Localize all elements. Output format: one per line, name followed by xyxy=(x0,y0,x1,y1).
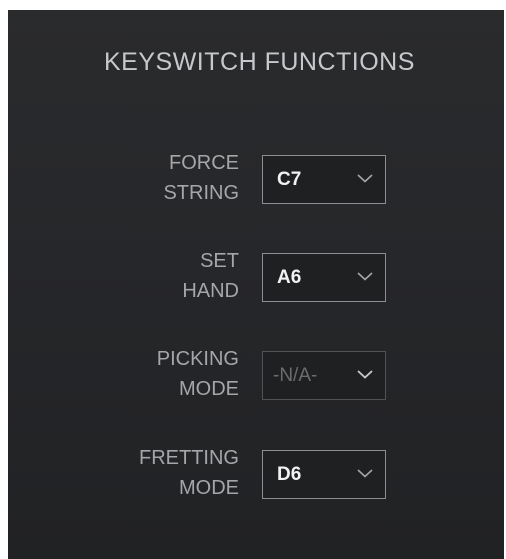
fretting-mode-value: D6 xyxy=(277,464,302,485)
fretting-mode-label-line2: MODE xyxy=(179,477,239,499)
chevron-down-icon xyxy=(357,174,373,183)
force-string-label-line1: FORCE xyxy=(169,152,239,174)
chevron-down-icon xyxy=(357,370,373,379)
fretting-mode-dropdown[interactable]: D6 xyxy=(262,450,386,499)
picking-mode-dropdown: -N/A- xyxy=(262,351,386,400)
force-string-dropdown[interactable]: C7 xyxy=(262,155,386,204)
force-string-row: FORCE STRING C7 xyxy=(8,148,504,208)
chevron-down-icon xyxy=(357,469,373,478)
keyswitch-panel: KEYSWITCH FUNCTIONS FORCE STRING C7 SET … xyxy=(8,10,504,559)
picking-mode-label-line2: MODE xyxy=(179,378,239,400)
set-hand-dropdown[interactable]: A6 xyxy=(262,253,386,302)
fretting-mode-row: FRETTING MODE D6 xyxy=(8,443,504,503)
panel-title: KEYSWITCH FUNCTIONS xyxy=(104,48,415,76)
force-string-label-line2: STRING xyxy=(163,182,239,204)
fretting-mode-label-line1: FRETTING xyxy=(139,447,239,469)
fretting-mode-label: FRETTING MODE xyxy=(79,443,239,503)
picking-mode-label: PICKING MODE xyxy=(79,344,239,404)
set-hand-label: SET HAND xyxy=(79,246,239,306)
picking-mode-value: -N/A- xyxy=(273,365,318,386)
picking-mode-label-line1: PICKING xyxy=(156,348,239,370)
set-hand-label-line1: SET xyxy=(200,250,239,272)
force-string-label: FORCE STRING xyxy=(79,148,239,208)
set-hand-label-line2: HAND xyxy=(182,280,239,302)
chevron-down-icon xyxy=(357,272,373,281)
force-string-value: C7 xyxy=(277,169,302,190)
set-hand-row: SET HAND A6 xyxy=(8,246,504,306)
set-hand-value: A6 xyxy=(277,267,302,288)
picking-mode-row: PICKING MODE -N/A- xyxy=(8,344,504,404)
